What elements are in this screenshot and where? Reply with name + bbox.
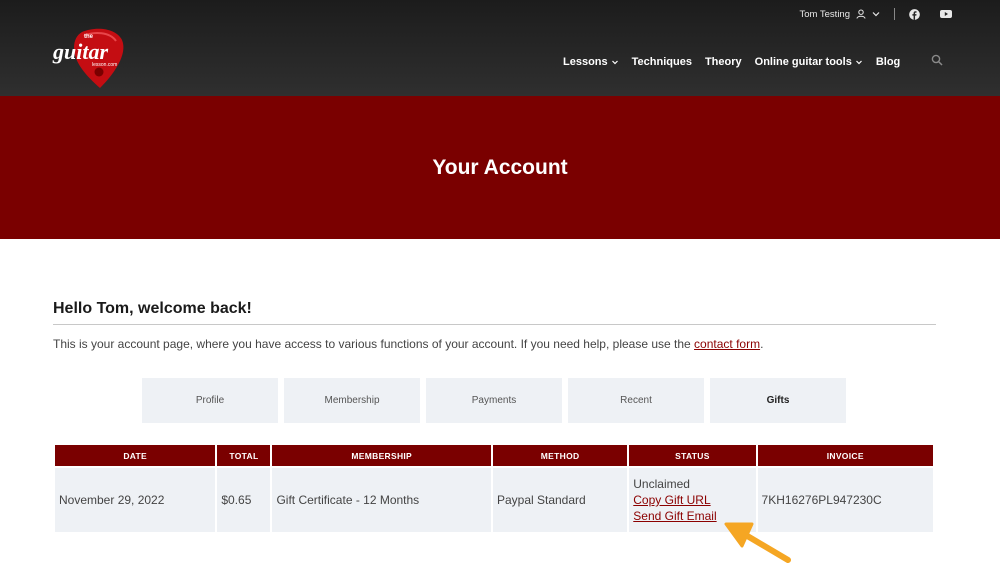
user-name[interactable]: Tom Testing <box>799 9 850 20</box>
welcome-heading: Hello Tom, welcome back! <box>53 300 936 325</box>
intro-body: This is your account page, where you hav… <box>53 337 695 351</box>
search-icon[interactable] <box>931 54 943 69</box>
column-header-invoice: INVOICE <box>757 445 933 466</box>
arrow-icon <box>724 522 791 563</box>
intro-end: . <box>760 337 764 351</box>
tab-membership[interactable]: Membership <box>284 378 420 423</box>
account-tabs: Profile Membership Payments Recent Gifts <box>142 378 846 423</box>
cell-method: Paypal Standard <box>492 466 628 532</box>
column-header-method: METHOD <box>492 445 628 466</box>
column-header-date: DATE <box>55 445 216 466</box>
chevron-down-icon <box>611 60 618 64</box>
divider <box>894 8 895 20</box>
cell-date: November 29, 2022 <box>55 466 216 532</box>
nav-label: Online guitar tools <box>754 55 852 68</box>
tab-payments[interactable]: Payments <box>426 378 562 423</box>
top-bar: Tom Testing <box>799 6 952 22</box>
chevron-down-icon[interactable] <box>872 10 880 18</box>
contact-form-link[interactable]: contact form <box>694 337 760 351</box>
main-nav: Lessons Techniques Theory Online guitar … <box>563 54 943 69</box>
tab-recent[interactable]: Recent <box>568 378 704 423</box>
page-title: Your Account <box>432 155 568 179</box>
gifts-table: DATE TOTAL MEMBERSHIP METHOD STATUS INVO… <box>53 445 935 532</box>
cell-membership: Gift Certificate - 12 Months <box>272 466 491 532</box>
nav-theory[interactable]: Theory <box>705 56 742 68</box>
logo-text-lesson: lesson.com <box>92 62 117 68</box>
nav-lessons[interactable]: Lessons <box>563 56 619 68</box>
chevron-down-icon <box>855 60 862 64</box>
tab-profile[interactable]: Profile <box>142 378 278 423</box>
status-text: Unclaimed <box>633 477 690 491</box>
column-header-total: TOTAL <box>217 445 271 466</box>
column-header-membership: MEMBERSHIP <box>272 445 491 466</box>
copy-gift-url-link[interactable]: Copy Gift URL <box>633 492 751 508</box>
table-row: November 29, 2022 $0.65 Gift Certificate… <box>55 466 933 532</box>
table-header-row: DATE TOTAL MEMBERSHIP METHOD STATUS INVO… <box>55 445 933 466</box>
site-header: Tom Testing the guitar lesson.com Lesson… <box>0 0 1000 96</box>
nav-techniques[interactable]: Techniques <box>632 56 692 68</box>
site-logo[interactable]: the guitar lesson.com <box>52 26 142 90</box>
facebook-icon[interactable] <box>909 8 920 20</box>
tab-gifts[interactable]: Gifts <box>710 378 846 423</box>
intro-text: This is your account page, where you hav… <box>53 337 763 351</box>
user-icon[interactable] <box>856 9 866 19</box>
nav-online-guitar-tools[interactable]: Online guitar tools <box>755 56 863 68</box>
cell-total: $0.65 <box>217 466 271 532</box>
nav-label: Lessons <box>563 55 608 68</box>
nav-blog[interactable]: Blog <box>876 56 900 68</box>
youtube-icon[interactable] <box>940 9 952 19</box>
column-header-status: STATUS <box>629 445 756 466</box>
logo-text-guitar: guitar <box>52 39 108 64</box>
hero-banner: Your Account <box>0 96 1000 239</box>
